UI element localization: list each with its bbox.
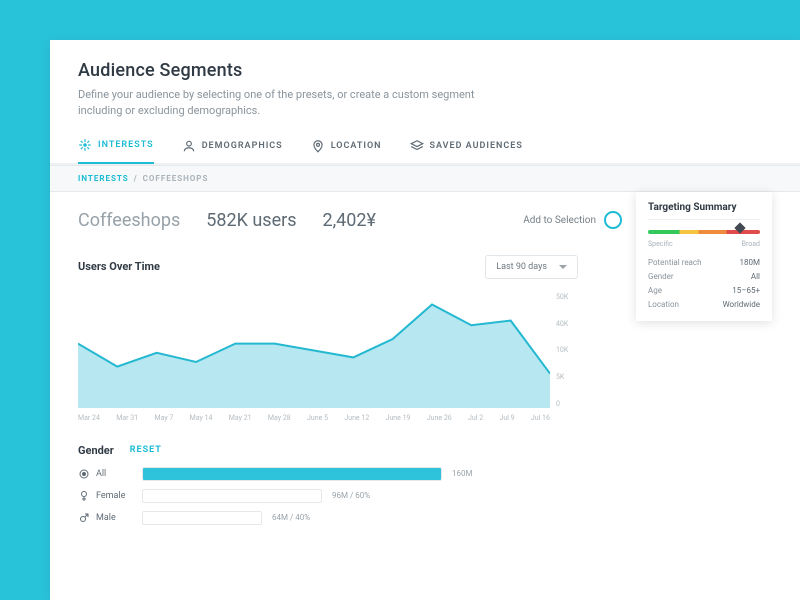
dropdown-label: Last 90 days: [496, 262, 547, 272]
female-icon: [78, 490, 90, 502]
gauge-marker-icon: [734, 222, 745, 233]
x-tick: June 5: [307, 414, 328, 422]
panel: Audience Segments Define your audience b…: [50, 40, 800, 600]
gender-row-male[interactable]: Male 64M / 40%: [78, 511, 578, 525]
breadcrumb: INTERESTS / COFFEESHOPS: [50, 165, 800, 192]
tabs: INTERESTS DEMOGRAPHICS LOCATION SAVED AU…: [50, 119, 800, 165]
date-range-dropdown[interactable]: Last 90 days: [485, 255, 578, 279]
gender-row-all[interactable]: All 160M: [78, 467, 578, 481]
gender-label: Female: [78, 490, 132, 502]
summary-title: Targeting Summary: [648, 202, 760, 220]
x-tick: Mar 31: [116, 414, 138, 422]
gender-label: All: [78, 468, 132, 480]
area-chart: [78, 293, 550, 408]
gender-bar: [142, 467, 442, 481]
breadcrumb-leaf: COFFEESHOPS: [143, 174, 209, 183]
gender-label: Male: [78, 512, 132, 524]
spark-icon: [78, 138, 92, 152]
y-tick: 50K: [556, 293, 568, 301]
radio-selected-icon: [78, 468, 90, 480]
circle-add-icon: [604, 211, 622, 229]
x-tick: Jul 9: [499, 414, 514, 422]
gender-value: 160M: [452, 469, 472, 478]
x-tick: May 21: [229, 414, 252, 422]
breadcrumb-root[interactable]: INTERESTS: [78, 174, 129, 183]
x-axis: Mar 24 Mar 31 May 7 May 14 May 21 May 28 June …: [78, 414, 550, 422]
chart-area: 50K 40K 10K 5K 0: [78, 293, 578, 408]
chart-block: Users Over Time Last 90 days 50K 40K 10K 5K…: [78, 255, 578, 422]
page-title: Audience Segments: [78, 60, 772, 81]
y-tick: 10K: [556, 346, 568, 354]
tab-demographics[interactable]: DEMOGRAPHICS: [182, 138, 283, 164]
person-icon: [182, 139, 196, 153]
male-icon: [78, 512, 90, 524]
add-to-selection[interactable]: Add to Selection: [523, 211, 622, 229]
segment-users: 582K users: [206, 210, 296, 231]
x-tick: May 7: [154, 414, 173, 422]
summary-rows: Potential reach180M GenderAll Age15–65+ Loc…: [648, 258, 760, 309]
tab-saved-audiences[interactable]: SAVED AUDIENCES: [410, 138, 523, 164]
x-tick: May 28: [268, 414, 291, 422]
y-axis: 50K 40K 10K 5K 0: [550, 293, 578, 408]
summary-row: GenderAll: [648, 272, 760, 281]
tab-label: SAVED AUDIENCES: [430, 141, 523, 151]
tab-location[interactable]: LOCATION: [311, 138, 382, 164]
chart-title: Users Over Time: [78, 260, 160, 273]
chevron-down-icon: [559, 265, 567, 269]
page-subtitle: Define your audience by selecting one of…: [78, 87, 508, 119]
summary-row: Age15–65+: [648, 286, 760, 295]
gender-title: Gender: [78, 444, 114, 457]
gender-value: 64M / 40%: [272, 513, 310, 522]
content: Coffeeshops 582K users 2,402¥ Add to Sel…: [50, 192, 800, 525]
segment-price: 2,402¥: [323, 210, 376, 231]
y-tick: 5K: [556, 373, 564, 381]
tab-interests[interactable]: INTERESTS: [78, 138, 154, 164]
x-tick: June 26: [427, 414, 452, 422]
header: Audience Segments Define your audience b…: [50, 40, 800, 119]
gender-bar: [142, 511, 262, 525]
gauge-right-label: Broad: [742, 240, 760, 248]
x-tick: June 19: [386, 414, 411, 422]
gender-block: Gender RESET All 160M Female 96M / 60% Male 6…: [78, 444, 578, 525]
x-tick: Jul 2: [468, 414, 483, 422]
reset-button[interactable]: RESET: [130, 445, 162, 455]
x-tick: June 12: [344, 414, 369, 422]
targeting-gauge: [648, 230, 760, 234]
gender-row-female[interactable]: Female 96M / 60%: [78, 489, 578, 503]
tab-label: DEMOGRAPHICS: [202, 141, 283, 151]
y-tick: 40K: [556, 320, 568, 328]
x-tick: May 14: [190, 414, 213, 422]
add-to-selection-label: Add to Selection: [523, 215, 596, 226]
tab-label: INTERESTS: [98, 140, 154, 150]
gender-bar: [142, 489, 322, 503]
summary-row: LocationWorldwide: [648, 300, 760, 309]
breadcrumb-separator: /: [134, 174, 138, 183]
tab-label: LOCATION: [331, 141, 382, 151]
pin-icon: [311, 139, 325, 153]
y-tick: 0: [556, 400, 560, 408]
x-tick: Mar 24: [78, 414, 100, 422]
targeting-summary-card: Targeting Summary Specific Broad Potenti…: [636, 192, 772, 321]
gender-value: 96M / 60%: [332, 491, 370, 500]
x-tick: Jul 16: [531, 414, 550, 422]
summary-row: Potential reach180M: [648, 258, 760, 267]
segment-name: Coffeeshops: [78, 210, 180, 231]
layers-icon: [410, 139, 424, 153]
gauge-left-label: Specific: [648, 240, 673, 248]
